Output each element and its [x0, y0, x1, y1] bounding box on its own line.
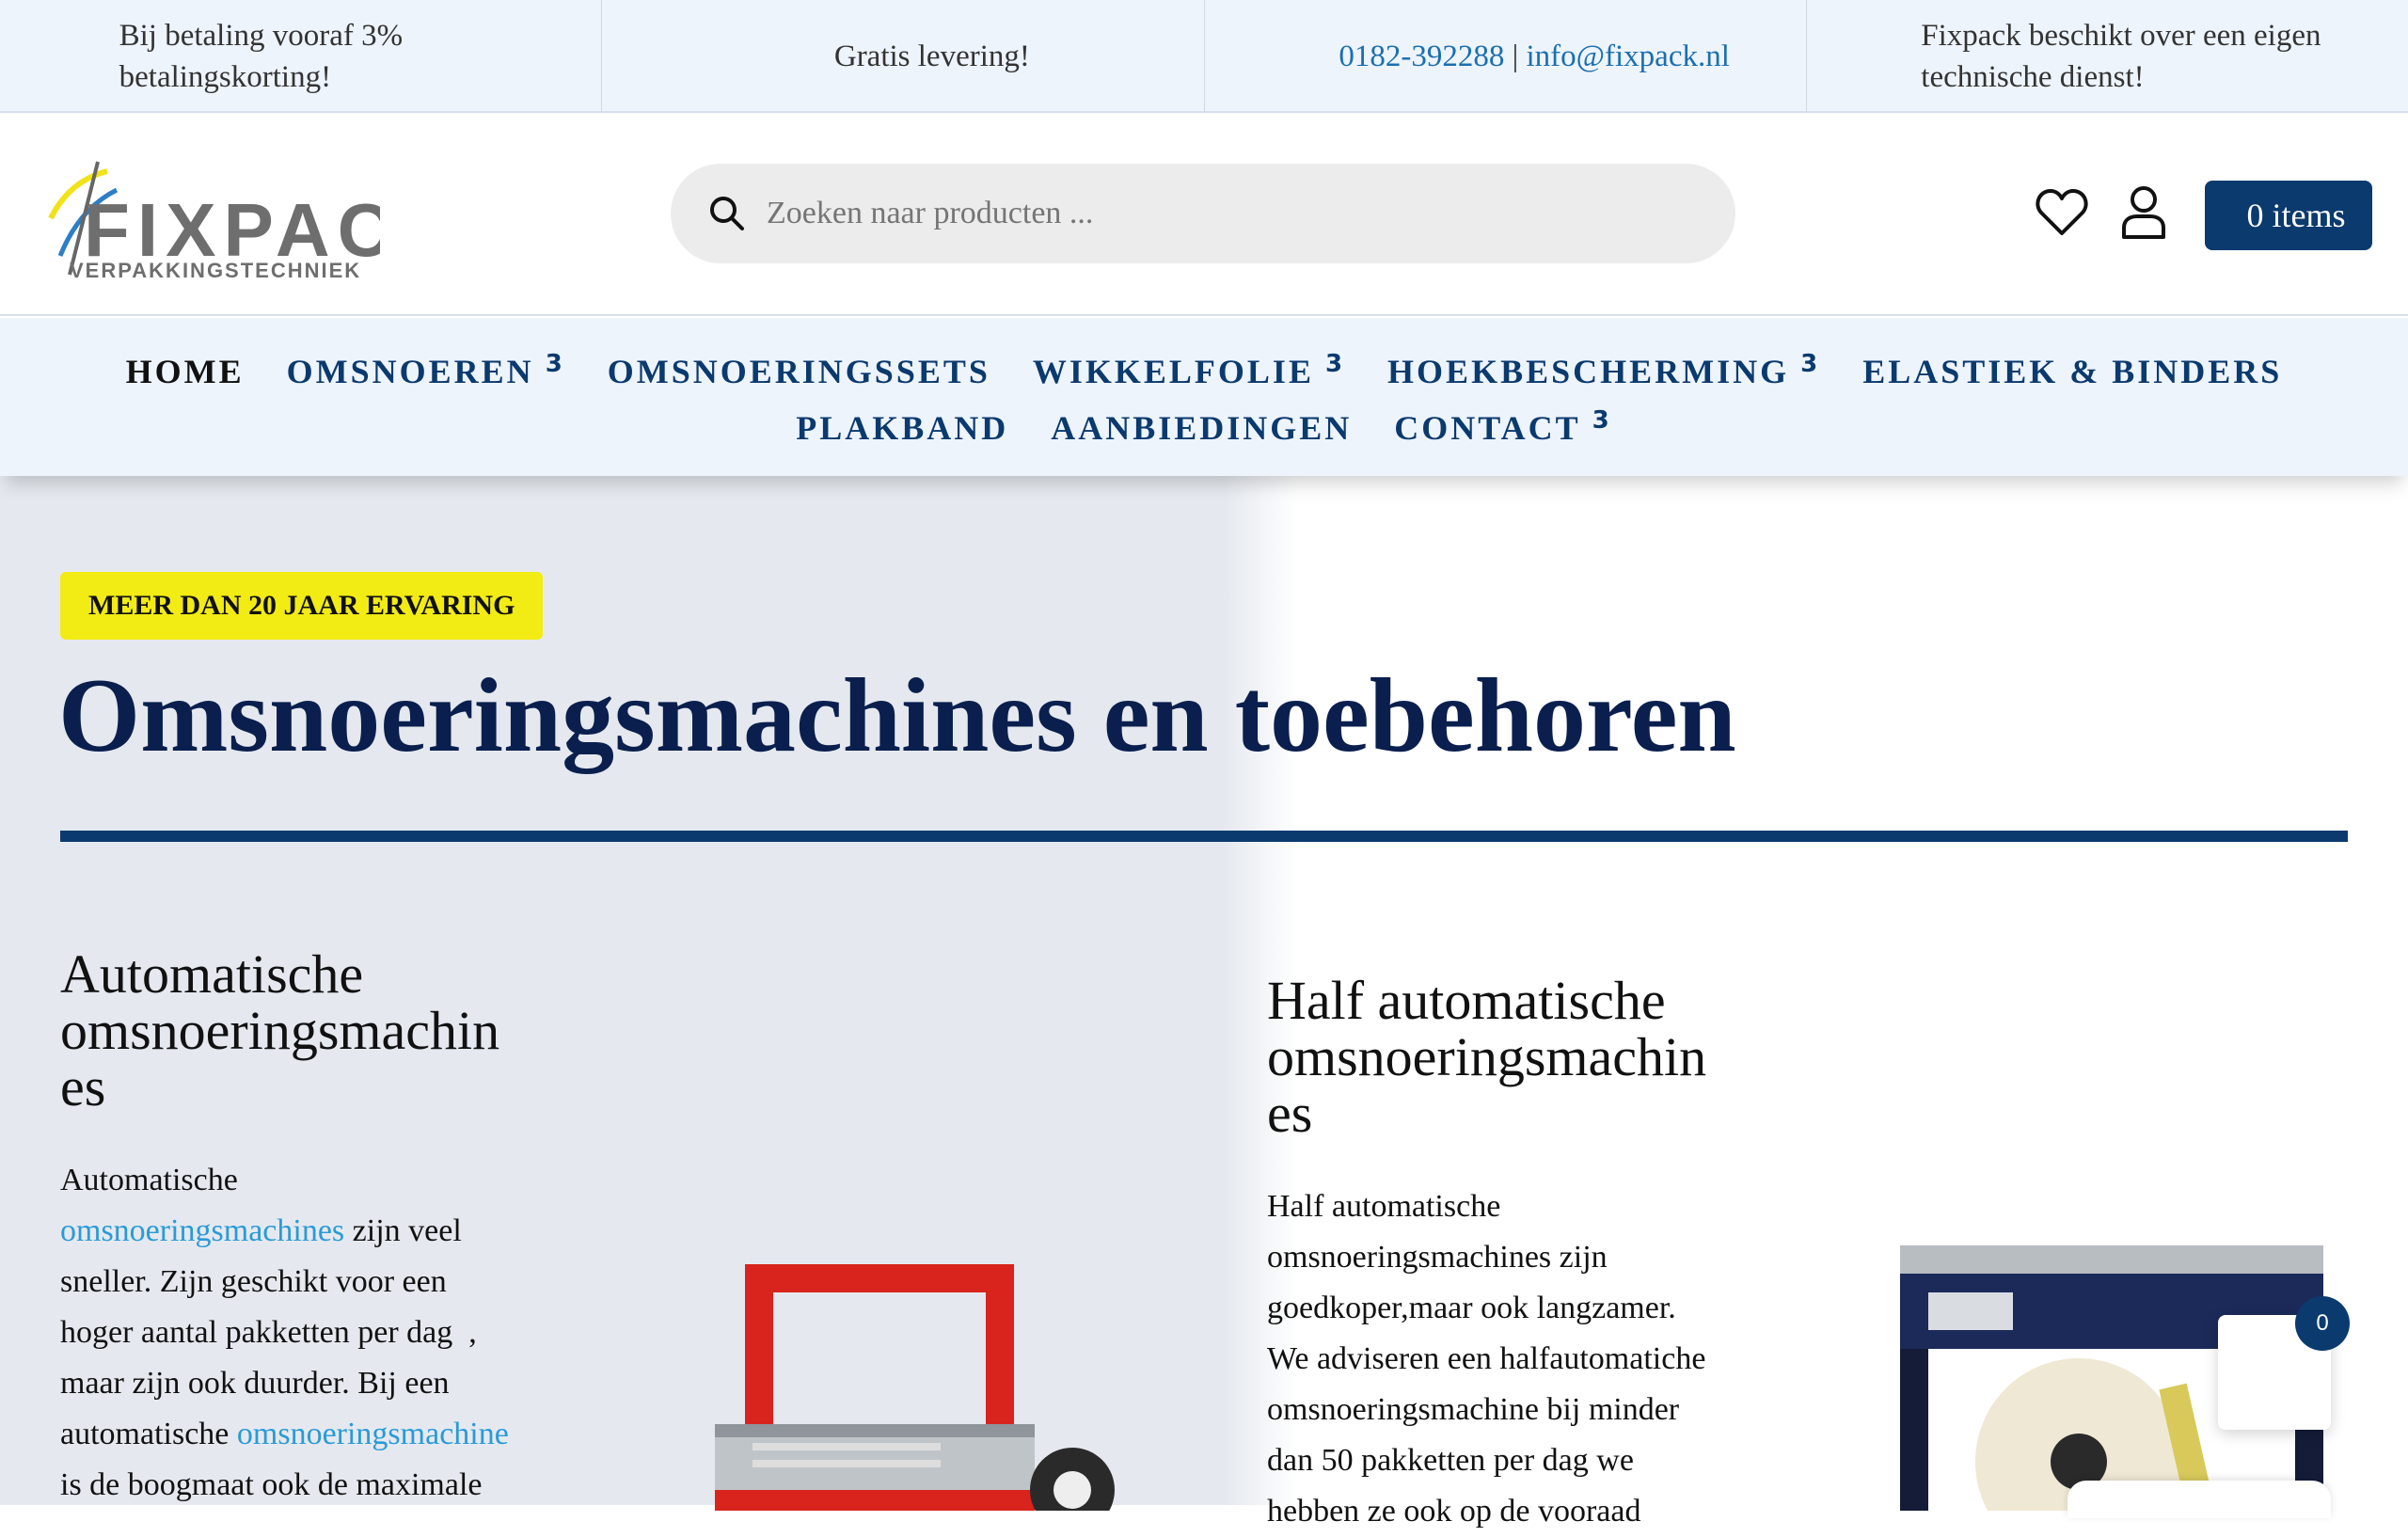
- usp-text: Bij betaling vooraf 3% betalingskorting!: [119, 19, 404, 94]
- nav-item-wikkelfolie[interactable]: WIKKELFOLIE 3: [1032, 350, 1346, 391]
- text-line: is de boogmaat ook de maximale: [60, 1467, 483, 1502]
- text-fragment: automatische: [60, 1417, 237, 1451]
- search-bar[interactable]: [671, 164, 1735, 263]
- nav-row: HOME OMSNOEREN 3 OMSNOERINGSSETS WIKKELFO…: [0, 350, 2408, 391]
- nav-item-elastiek-binders[interactable]: ELASTIEK & BINDERS: [1862, 352, 2282, 391]
- title-divider: [60, 831, 2348, 842]
- nav-row: PLAKBAND AANBIEDINGEN CONTACT 3: [0, 406, 2408, 448]
- text-line: maar zijn ook duurder. Bij een: [60, 1366, 450, 1401]
- hero-section: MEER DAN 20 JAAR ERVARING Omsnoeringsmac…: [0, 476, 2408, 1529]
- title-line: omsnoeringsmachin: [1267, 1026, 1707, 1087]
- text-line: goedkoper,maar ook langzamer.: [1267, 1291, 1676, 1325]
- section-title-automatic: Automatische omsnoeringsmachin es: [60, 946, 587, 1116]
- text-line: omsnoeringsmachine bij minder: [1267, 1392, 1680, 1427]
- title-line: omsnoeringsmachin: [60, 1000, 500, 1061]
- floating-count-badge: 0: [2295, 1296, 2350, 1351]
- omsnoeringsmachine-link[interactable]: omsnoeringsmachine: [237, 1417, 509, 1451]
- title-line: es: [1267, 1083, 1313, 1144]
- omsnoeringsmachines-link[interactable]: omsnoeringsmachines: [60, 1213, 344, 1248]
- nav-item-omsnoeren[interactable]: OMSNOEREN 3: [286, 350, 565, 391]
- section-title-half-automatic: Half automatische omsnoeringsmachin es: [1267, 973, 1794, 1142]
- fixpack-logo[interactable]: FIXPACK VERPAKKINGSTECHNIEK: [32, 152, 380, 284]
- title-line: Half automatische: [1267, 970, 1666, 1031]
- contact-line: 0182-392288 | info@fixpack.nl: [1339, 36, 1730, 77]
- svg-text:VERPAKKINGSTECHNIEK: VERPAKKINGSTECHNIEK: [70, 259, 361, 282]
- contact-separator: |: [1512, 40, 1519, 73]
- site-header: FIXPACK VERPAKKINGSTECHNIEK 0 items: [0, 115, 2408, 316]
- usp-free-delivery: Gratis levering!: [602, 0, 1205, 113]
- text-line: hebben ze ook op de vooraad: [1267, 1494, 1641, 1529]
- text-line: hoger aantal pakketten per dag ,: [60, 1315, 477, 1350]
- usp-text: Gratis levering!: [833, 40, 1030, 73]
- wrench-icon: [1862, 42, 1883, 71]
- nav-label: AANBIEDINGEN: [1051, 409, 1353, 447]
- section-text-half-automatic: Half automatische omsnoeringsmachines zi…: [1267, 1181, 1747, 1537]
- phone-icon: [1280, 42, 1301, 71]
- chevron-down-icon: 3: [545, 350, 565, 378]
- search-icon[interactable]: [706, 193, 748, 234]
- text-line: omsnoeringsmachines zijn veel: [60, 1206, 540, 1257]
- section-text-automatic: Automatische omsnoeringsmachines zijn ve…: [60, 1155, 540, 1511]
- text-line: automatische omsnoeringsmachine: [60, 1409, 540, 1460]
- nav-label: HOEKBESCHERMING: [1387, 353, 1790, 390]
- chevron-down-icon: 3: [1800, 350, 1821, 378]
- nav-item-home[interactable]: HOME: [126, 352, 245, 391]
- text-line: dan 50 pakketten per dag we: [1267, 1443, 1634, 1478]
- text-line: We adviseren een halfautomatiche: [1267, 1341, 1706, 1376]
- text-fragment: zijn veel: [344, 1213, 462, 1248]
- email-link[interactable]: info@fixpack.nl: [1526, 40, 1729, 73]
- nav-item-omsnoeringssets[interactable]: OMSNOERINGSSETS: [608, 352, 990, 391]
- top-info-bar: Bij betaling vooraf 3% betalingskorting!…: [0, 0, 2408, 113]
- nav-label: HOME: [125, 353, 245, 390]
- phone-link[interactable]: 0182-392288: [1339, 40, 1504, 73]
- nav-item-aanbiedingen[interactable]: AANBIEDINGEN: [1051, 408, 1352, 448]
- experience-badge: MEER DAN 20 JAAR ERVARING: [60, 572, 544, 640]
- wishlist-heart-icon[interactable]: [2036, 188, 2088, 237]
- nav-label: PLAKBAND: [796, 409, 1009, 447]
- cart-button[interactable]: 0 items: [2205, 181, 2372, 250]
- chevron-down-icon: 3: [1592, 406, 1612, 435]
- nav-label: CONTACT: [1394, 409, 1581, 447]
- cart-label: 0 items: [2246, 197, 2346, 234]
- automatic-strapping-machine-image[interactable]: [696, 1264, 1138, 1511]
- truck-icon: [776, 42, 797, 71]
- main-navigation: HOME OMSNOEREN 3 OMSNOERINGSSETS WIKKELFO…: [0, 318, 2408, 476]
- text-line: Half automatische: [1267, 1189, 1501, 1224]
- nav-label: ELASTIEK & BINDERS: [1862, 353, 2283, 390]
- nav-item-hoekbescherming[interactable]: HOEKBESCHERMING 3: [1387, 350, 1821, 391]
- nav-label: WIKKELFOLIE: [1032, 353, 1314, 390]
- percent-icon: [61, 42, 82, 71]
- floating-panel-edge: [2067, 1481, 2331, 1518]
- page-title: Omsnoeringsmachines en toebehoren: [58, 658, 1736, 774]
- text-line: Automatische: [60, 1163, 238, 1197]
- search-input[interactable]: [767, 196, 1613, 231]
- nav-item-plakband[interactable]: PLAKBAND: [796, 408, 1008, 448]
- usp-technical-service: Fixpack beschikt over een eigen technisc…: [1807, 0, 2408, 113]
- nav-label: OMSNOEREN: [286, 353, 534, 390]
- account-user-icon[interactable]: [2120, 184, 2167, 239]
- nav-item-contact[interactable]: CONTACT 3: [1394, 406, 1612, 448]
- chevron-down-icon: 3: [1324, 350, 1346, 378]
- text-line: omsnoeringsmachines zijn: [1267, 1240, 1608, 1275]
- title-line: Automatische: [60, 943, 364, 1005]
- usp-contact: 0182-392288 | info@fixpack.nl: [1205, 0, 1807, 113]
- title-line: es: [60, 1056, 106, 1117]
- usp-text: Fixpack beschikt over een eigen technisc…: [1921, 19, 2321, 94]
- text-line: sneller. Zijn geschikt voor een: [60, 1264, 447, 1299]
- nav-label: OMSNOERINGSSETS: [607, 353, 990, 390]
- usp-payment-discount: Bij betaling vooraf 3% betalingskorting!: [0, 0, 603, 113]
